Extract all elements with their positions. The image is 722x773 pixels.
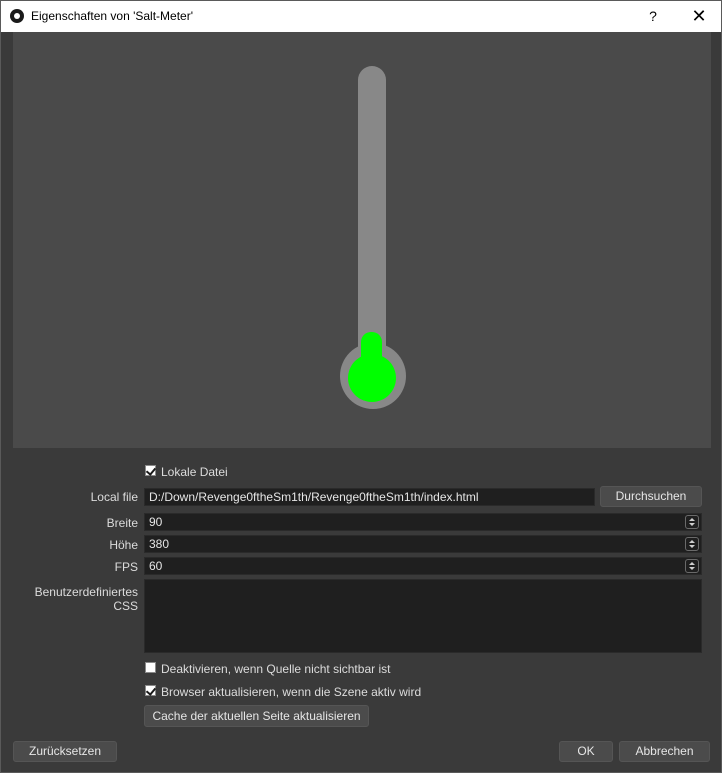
cancel-button[interactable]: Abbrechen bbox=[619, 741, 710, 762]
local-file-checkbox[interactable] bbox=[145, 465, 156, 476]
height-value: 380 bbox=[149, 537, 170, 551]
reset-button[interactable]: Zurücksetzen bbox=[13, 741, 117, 762]
custom-css-textarea[interactable] bbox=[144, 579, 702, 653]
local-file-label: Local file bbox=[90, 490, 138, 504]
refresh-on-scene-active-checkbox[interactable] bbox=[145, 685, 156, 696]
height-label: Höhe bbox=[109, 538, 138, 552]
shutdown-when-hidden-checkbox[interactable] bbox=[145, 662, 156, 673]
local-file-checkbox-label: Lokale Datei bbox=[161, 465, 228, 479]
properties-dialog: Eigenschaften von 'Salt-Meter' ? ✕ Lokal… bbox=[0, 0, 722, 773]
ok-button[interactable]: OK bbox=[559, 741, 613, 762]
browse-button[interactable]: Durchsuchen bbox=[600, 486, 702, 507]
height-spinner[interactable] bbox=[685, 537, 699, 551]
width-input[interactable]: 90 bbox=[144, 513, 702, 531]
source-preview bbox=[13, 32, 711, 448]
shutdown-when-hidden-label: Deaktivieren, wenn Quelle nicht sichtbar… bbox=[161, 662, 391, 676]
obs-logo-icon bbox=[10, 9, 24, 23]
fps-input[interactable]: 60 bbox=[144, 557, 702, 575]
fps-label: FPS bbox=[114, 560, 138, 574]
local-file-input[interactable]: D:/Down/Revenge0ftheSm1th/Revenge0ftheSm… bbox=[144, 488, 595, 506]
title-bar: Eigenschaften von 'Salt-Meter' ? ✕ bbox=[1, 1, 721, 32]
width-label: Breite bbox=[106, 516, 138, 530]
width-value: 90 bbox=[149, 515, 163, 529]
height-input[interactable]: 380 bbox=[144, 535, 702, 553]
close-button[interactable]: ✕ bbox=[677, 1, 721, 32]
width-spinner[interactable] bbox=[685, 515, 699, 529]
refresh-cache-button[interactable]: Cache der aktuellen Seite aktualisieren bbox=[144, 705, 369, 727]
refresh-on-scene-active-label: Browser aktualisieren, wenn die Szene ak… bbox=[161, 685, 422, 699]
thermometer-graphic bbox=[340, 66, 406, 409]
thermometer-neck-fill bbox=[361, 332, 382, 372]
thermometer-tube bbox=[358, 66, 386, 366]
help-button[interactable]: ? bbox=[631, 1, 675, 32]
fps-value: 60 bbox=[149, 559, 163, 573]
fps-spinner[interactable] bbox=[685, 559, 699, 573]
custom-css-label: Benutzerdefiniertes CSS bbox=[34, 585, 138, 613]
window-title: Eigenschaften von 'Salt-Meter' bbox=[31, 9, 193, 23]
